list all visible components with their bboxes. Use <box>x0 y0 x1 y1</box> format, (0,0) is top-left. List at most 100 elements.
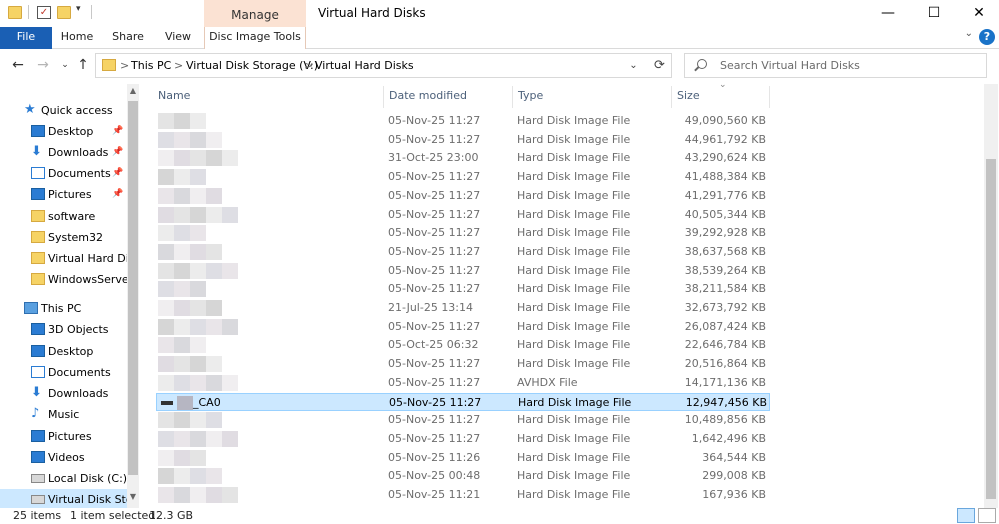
column-divider[interactable] <box>671 86 672 108</box>
navigation-scrollbar[interactable]: ▲ ▼ <box>127 84 139 508</box>
column-divider[interactable] <box>769 86 770 108</box>
table-row[interactable]: 05-Nov-25 11:27 Hard Disk Image File 10,48… <box>156 411 770 429</box>
pin-icon[interactable]: 📌 <box>112 142 123 163</box>
sidebar-item-label: This PC <box>41 302 82 315</box>
sidebar-item-this-pc[interactable]: This PC <box>0 298 127 319</box>
help-button[interactable]: ? <box>979 29 995 45</box>
scrollbar-thumb[interactable] <box>128 101 138 475</box>
tab-file[interactable]: File <box>0 27 52 49</box>
redacted-name-block <box>174 225 190 242</box>
file-list: Name Date modified Type Size ⌄ 05-Nov-25… <box>143 84 984 508</box>
sidebar-item-local-disk[interactable]: Local Disk (C:) <box>0 468 127 489</box>
table-row[interactable]: 05-Nov-25 11:27 Hard Disk Image File 1,642… <box>156 430 770 448</box>
manage-tab[interactable]: Manage <box>204 0 306 29</box>
size-cell: 22,646,784 KB <box>684 338 766 352</box>
file-list-scrollbar[interactable] <box>984 84 998 508</box>
refresh-button[interactable]: ⟳ <box>648 53 672 78</box>
expand-ribbon-chevron-icon[interactable]: ⌄ <box>965 28 973 39</box>
address-history-chevron-icon[interactable]: ⌄ <box>621 54 645 77</box>
forward-arrow-icon[interactable]: → <box>33 56 53 74</box>
pin-icon[interactable]: 📌 <box>112 121 123 142</box>
sidebar-item-windowsserver[interactable]: WindowsServerE <box>0 269 127 290</box>
table-row[interactable]: 05-Nov-25 11:27 Hard Disk Image File 39,29… <box>156 224 770 242</box>
sidebar-item-3d-objects[interactable]: 3D Objects <box>0 319 127 340</box>
sidebar-item-system32[interactable]: System32 <box>0 227 127 248</box>
table-row[interactable]: 05-Nov-25 11:27 Hard Disk Image File 26,08… <box>156 318 770 336</box>
column-header-date-modified[interactable]: Date modified <box>389 84 467 108</box>
properties-icon[interactable]: ✓ <box>37 6 51 19</box>
up-arrow-icon[interactable]: ↑ <box>73 56 93 74</box>
large-icons-view-button[interactable] <box>978 508 996 523</box>
column-divider[interactable] <box>512 86 513 108</box>
breadcrumb-this-pc[interactable]: This PC <box>131 54 171 77</box>
date-modified-cell: 05-Nov-25 11:27 <box>388 170 481 184</box>
column-header-type[interactable]: Type <box>518 84 543 108</box>
table-row[interactable]: 05-Nov-25 11:26 Hard Disk Image File 364,5… <box>156 449 770 467</box>
maximize-button[interactable]: ☐ <box>911 0 957 26</box>
sidebar-item-desktop-pc[interactable]: Desktop <box>0 341 127 362</box>
sidebar-item-quick-access[interactable]: ★ Quick access <box>0 100 127 121</box>
tab-home[interactable]: Home <box>57 27 97 49</box>
window-title: Virtual Hard Disks <box>318 6 426 20</box>
redacted-name-block <box>206 187 222 204</box>
file-name: _CA0 <box>193 395 221 409</box>
tab-view[interactable]: View <box>158 27 198 49</box>
breadcrumb-virtual-disk-storage[interactable]: Virtual Disk Storage (V:) <box>186 54 318 77</box>
column-header-size[interactable]: Size <box>677 84 700 108</box>
breadcrumb-separator[interactable]: > <box>120 54 129 77</box>
customize-toolbar-chevron-icon[interactable]: ▾ <box>76 4 81 14</box>
sidebar-item-music[interactable]: ♪ Music <box>0 404 127 425</box>
column-header-name[interactable]: Name <box>158 84 190 108</box>
scrollbar-thumb[interactable] <box>986 159 996 499</box>
sidebar-item-virtual-disk-storage[interactable]: Virtual Disk Stora <box>0 489 127 508</box>
breadcrumb-separator[interactable]: > <box>304 54 313 77</box>
pin-icon[interactable]: 📌 <box>112 163 123 184</box>
search-box[interactable]: Search Virtual Hard Disks <box>684 53 987 78</box>
sidebar-item-desktop[interactable]: Desktop 📌 <box>0 121 127 142</box>
table-row[interactable]: 05-Nov-25 11:27 AVHDX File 14,171,136 KB <box>156 374 770 392</box>
sidebar-item-documents[interactable]: Documents 📌 <box>0 163 127 184</box>
table-row[interactable]: 05-Nov-25 11:27 Hard Disk Image File 44,96… <box>156 131 770 149</box>
table-row[interactable]: 05-Nov-25 11:27 Hard Disk Image File 41,48… <box>156 168 770 186</box>
title-bar: ✓ ▾ Manage Virtual Hard Disks — ☐ ✕ <box>0 0 999 29</box>
recent-locations-chevron-icon[interactable]: ⌄ <box>55 56 75 74</box>
scroll-down-arrow-icon[interactable]: ▼ <box>127 492 139 501</box>
tab-disc-image-tools[interactable]: Disc Image Tools <box>204 27 306 49</box>
sidebar-item-virtual-hard-disks[interactable]: Virtual Hard Disk <box>0 248 127 269</box>
breadcrumb-virtual-hard-disks[interactable]: Virtual Hard Disks <box>315 54 414 77</box>
download-arrow-icon: ⬇ <box>31 144 42 159</box>
scroll-up-arrow-icon[interactable]: ▲ <box>127 86 139 95</box>
table-row[interactable]: 21-Jul-25 13:14 Hard Disk Image File 32,67… <box>156 299 770 317</box>
sidebar-item-videos[interactable]: Videos <box>0 447 127 468</box>
sidebar-item-pictures[interactable]: Pictures 📌 <box>0 184 127 205</box>
minimize-button[interactable]: — <box>865 0 911 26</box>
pin-icon[interactable]: 📌 <box>112 184 123 205</box>
sidebar-item-downloads-pc[interactable]: ⬇ Downloads <box>0 383 127 404</box>
back-arrow-icon[interactable]: ← <box>8 56 28 74</box>
table-row[interactable]: 05-Nov-25 11:27 Hard Disk Image File 38,53… <box>156 262 770 280</box>
table-row[interactable]: 05-Nov-25 11:27 Hard Disk Image File 49,09… <box>156 112 770 130</box>
sidebar-item-software[interactable]: software <box>0 206 127 227</box>
table-row[interactable]: 05-Nov-25 11:27 Hard Disk Image File 38,21… <box>156 280 770 298</box>
sidebar-item-downloads[interactable]: ⬇ Downloads 📌 <box>0 142 127 163</box>
sidebar-item-pictures-pc[interactable]: Pictures <box>0 426 127 447</box>
table-row[interactable]: 05-Nov-25 11:27 Hard Disk Image File 38,63… <box>156 243 770 261</box>
breadcrumb-separator[interactable]: > <box>174 54 183 77</box>
table-row[interactable]: 05-Oct-25 06:32 Hard Disk Image File 22,64… <box>156 336 770 354</box>
column-divider[interactable] <box>383 86 384 108</box>
table-row[interactable]: 31-Oct-25 23:00 Hard Disk Image File 43,29… <box>156 149 770 167</box>
table-row[interactable]: 05-Nov-25 11:21 Hard Disk Image File 167,9… <box>156 486 770 504</box>
tab-share[interactable]: Share <box>108 27 148 49</box>
table-row[interactable]: 05-Nov-25 11:27 Hard Disk Image File 20,51… <box>156 355 770 373</box>
table-row[interactable]: 05-Nov-25 11:27 Hard Disk Image File 40,50… <box>156 206 770 224</box>
table-row[interactable]: 05-Nov-25 00:48 Hard Disk Image File 299,0… <box>156 467 770 485</box>
new-folder-icon[interactable] <box>57 6 71 19</box>
details-view-button[interactable] <box>957 508 975 523</box>
pictures-icon <box>31 188 45 200</box>
sidebar-item-documents-pc[interactable]: Documents <box>0 362 127 383</box>
table-row[interactable]: _CA0 05-Nov-25 11:27 Hard Disk Image File 1… <box>156 392 770 411</box>
redacted-name-block <box>158 468 174 485</box>
table-row[interactable]: 05-Nov-25 11:27 Hard Disk Image File 41,29… <box>156 187 770 205</box>
address-bar[interactable]: > This PC > Virtual Disk Storage (V:) > … <box>95 53 672 78</box>
close-button[interactable]: ✕ <box>956 0 999 26</box>
